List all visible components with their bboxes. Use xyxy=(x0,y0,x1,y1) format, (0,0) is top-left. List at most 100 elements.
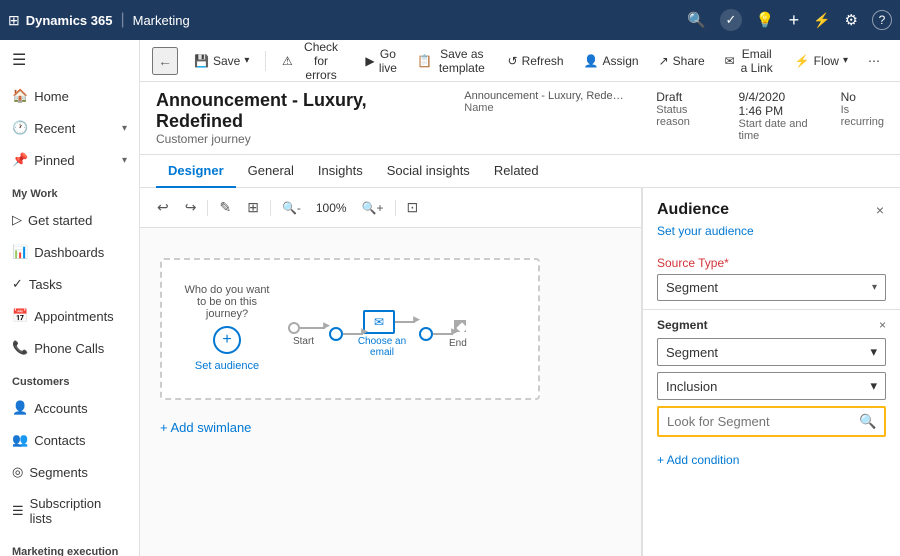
segment-search-input[interactable] xyxy=(659,409,851,434)
sidebar-item-subscriptionlists[interactable]: ☰ Subscription lists xyxy=(0,488,139,534)
email-link-button[interactable]: ✉ Email a Link xyxy=(717,43,783,79)
canvas-toolbar: ↩ ↪ ✎ ⊞ 🔍- 100% 🔍+ ⊡ xyxy=(140,188,641,228)
save-template-button[interactable]: 📋 Save as template xyxy=(409,43,495,79)
record-title: Announcement - Luxury, Redefined xyxy=(156,90,424,132)
plus-icon[interactable]: + xyxy=(789,10,800,31)
add-condition-button[interactable]: + Add condition xyxy=(643,445,900,475)
redo-button[interactable]: ↪ xyxy=(180,196,202,219)
sidebar-item-segments[interactable]: ◎ Segments xyxy=(0,456,139,488)
golive-icon: ▶ xyxy=(365,54,374,68)
getstarted-label: Get started xyxy=(28,213,92,228)
sidebar-item-accounts[interactable]: 👤 Accounts xyxy=(0,392,139,424)
check-icon[interactable]: ✓ xyxy=(720,9,742,31)
sidebar-item-getstarted[interactable]: ▷ Get started xyxy=(0,204,139,236)
refresh-icon: ↺ xyxy=(508,54,518,68)
contacts-icon: 👥 xyxy=(12,432,28,448)
pinned-expand-icon: ▾ xyxy=(122,155,127,166)
tab-insights[interactable]: Insights xyxy=(306,155,375,188)
flow-button[interactable]: ⚡ Flow ▾ xyxy=(787,50,856,72)
sidebar-item-home[interactable]: 🏠 Home xyxy=(0,80,139,112)
go-live-button[interactable]: ▶ Go live xyxy=(357,43,405,79)
check-errors-button[interactable]: ⚠ Check for errors xyxy=(274,40,353,86)
flow-dropdown-icon[interactable]: ▾ xyxy=(843,55,848,66)
segments-icon: ◎ xyxy=(12,464,23,480)
segment-select-row: Segment ▾ xyxy=(657,338,886,366)
recent-expand-icon: ▾ xyxy=(122,123,127,134)
segment-search-icon: 🔍 xyxy=(859,413,876,429)
add-swimlane-button[interactable]: + Add swimlane xyxy=(160,416,621,439)
inclusion-value: Inclusion xyxy=(666,379,717,394)
pinned-icon: 📌 xyxy=(12,152,28,168)
help-icon[interactable]: ? xyxy=(872,10,892,30)
getstarted-icon: ▷ xyxy=(12,212,22,228)
sidebar-item-contacts[interactable]: 👥 Contacts xyxy=(0,424,139,456)
phonecalls-icon: 📞 xyxy=(12,340,28,356)
contacts-label: Contacts xyxy=(34,433,85,448)
set-audience-plus[interactable]: + xyxy=(213,326,241,354)
save-button[interactable]: 💾 Save ▾ xyxy=(186,50,257,72)
segment-section: Segment × Segment ▾ Inclusion ▾ xyxy=(643,309,900,445)
sidebar-item-dashboards[interactable]: 📊 Dashboards xyxy=(0,236,139,268)
source-type-section: Source Type* Segment ▾ xyxy=(643,248,900,309)
back-button[interactable]: ← xyxy=(152,47,178,75)
hamburger-button[interactable]: ☰ xyxy=(0,40,139,80)
filter-icon[interactable]: ⚡ xyxy=(813,12,830,29)
grid-icon[interactable]: ⊞ xyxy=(8,12,20,29)
sidebar-item-recent[interactable]: 🕐 Recent ▾ xyxy=(0,112,139,144)
refresh-button[interactable]: ↺ Refresh xyxy=(500,50,572,72)
recent-icon: 🕐 xyxy=(12,120,28,136)
section-title-mywork: My Work xyxy=(0,176,139,204)
sidebar-item-appointments[interactable]: 📅 Appointments xyxy=(0,300,139,332)
meta-date-value: 9/4/2020 1:46 PM xyxy=(738,90,808,118)
tab-related[interactable]: Related xyxy=(482,155,551,188)
zoom-in-button[interactable]: 🔍+ xyxy=(357,198,389,218)
edit-button[interactable]: ✎ xyxy=(214,196,236,219)
segment-search-button[interactable]: 🔍 xyxy=(851,408,884,435)
meta-name-label: Name xyxy=(464,102,624,114)
journey-canvas: Who do you want to be on this journey? +… xyxy=(140,228,641,469)
inclusion-select-row: Inclusion ▾ xyxy=(657,372,886,400)
meta-name: Announcement - Luxury, Redefined Name xyxy=(464,90,624,114)
segment-section-title: Segment xyxy=(657,318,708,332)
tab-general[interactable]: General xyxy=(236,155,306,188)
segment-type-select[interactable]: Segment ▾ xyxy=(657,338,886,366)
inclusion-arrow: ▾ xyxy=(870,378,877,394)
share-icon: ↗ xyxy=(659,54,669,68)
save-dropdown-icon[interactable]: ▾ xyxy=(244,55,249,66)
search-icon[interactable]: 🔍 xyxy=(687,11,706,29)
pinned-label: Pinned xyxy=(34,153,74,168)
topbar: ⊞ Dynamics 365 | Marketing 🔍 ✓ 💡 + ⚡ ⚙ ? xyxy=(0,0,900,40)
undo-button[interactable]: ↩ xyxy=(152,196,174,219)
sidebar-item-tasks[interactable]: ✓ Tasks xyxy=(0,268,139,300)
zoom-out-button[interactable]: 🔍- xyxy=(277,198,306,218)
set-audience-link[interactable]: Set audience xyxy=(195,360,259,372)
share-button[interactable]: ↗ Share xyxy=(651,50,713,72)
choose-email-label: Choose an email xyxy=(352,336,412,358)
fullscreen-button[interactable]: ⊡ xyxy=(402,196,424,219)
inclusion-select[interactable]: Inclusion ▾ xyxy=(657,372,886,400)
meta-recurring-value: No xyxy=(841,90,884,104)
appointments-label: Appointments xyxy=(34,309,114,324)
command-bar: ← 💾 Save ▾ ⚠ Check for errors ▶ Go live … xyxy=(140,40,900,82)
bulb-icon[interactable]: 💡 xyxy=(756,11,775,29)
sidebar-item-phonecalls[interactable]: 📞 Phone Calls xyxy=(0,332,139,364)
assign-button[interactable]: 👤 Assign xyxy=(576,50,647,72)
panel-close-button[interactable]: × xyxy=(874,200,886,220)
accounts-icon: 👤 xyxy=(12,400,28,416)
segment-close-button[interactable]: × xyxy=(879,318,886,332)
grid-button[interactable]: ⊞ xyxy=(242,196,264,219)
toolbar-sep-2 xyxy=(270,200,271,216)
source-type-label: Source Type* xyxy=(657,256,886,270)
sidebar-item-pinned[interactable]: 📌 Pinned ▾ xyxy=(0,144,139,176)
settings-icon[interactable]: ⚙ xyxy=(845,11,858,29)
source-type-select[interactable]: Segment ▾ xyxy=(657,274,886,301)
meta-status-value: Draft xyxy=(656,90,706,104)
record-header: Announcement - Luxury, Redefined Custome… xyxy=(140,82,900,155)
emaillink-icon: ✉ xyxy=(725,54,735,68)
tab-socialinsights[interactable]: Social insights xyxy=(375,155,482,188)
panel-subtitle[interactable]: Set your audience xyxy=(643,224,900,248)
zoom-level: 100% xyxy=(312,199,351,217)
flow-email-node[interactable]: ✉ ▶ Choose an email xyxy=(363,310,415,358)
tab-designer[interactable]: Designer xyxy=(156,155,236,188)
more-button[interactable]: ⋯ xyxy=(860,50,888,72)
